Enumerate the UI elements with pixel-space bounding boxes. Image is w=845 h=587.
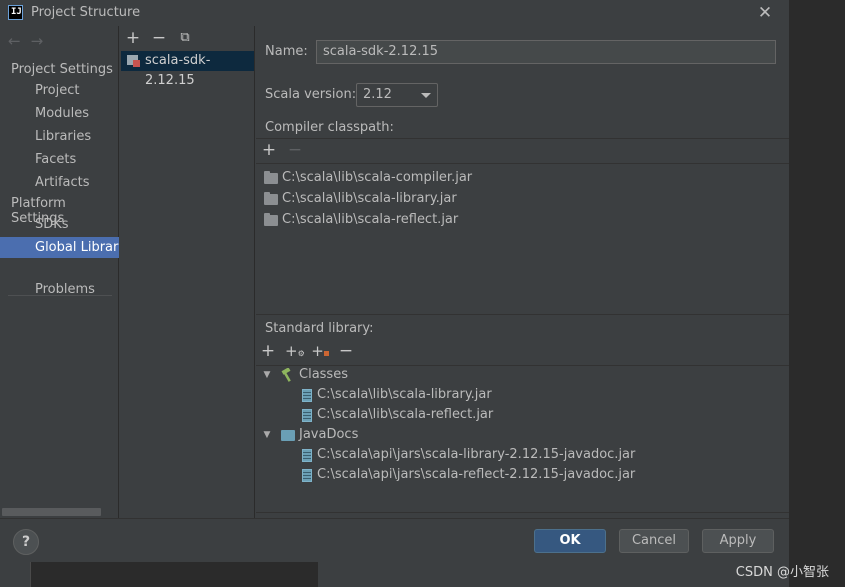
nav-item-project[interactable]: Project xyxy=(0,80,119,101)
library-detail-panel: Name: scala-sdk-2.12.15 Scala version: 2… xyxy=(256,26,789,518)
hammer-icon xyxy=(281,368,291,382)
nav-item-facets[interactable]: Facets xyxy=(0,149,119,170)
settings-nav: ← → Project Settings Project Modules Libr… xyxy=(0,26,119,518)
jar-path: C:\scala\lib\scala-reflect.jar xyxy=(317,407,494,422)
name-label: Name: xyxy=(265,44,308,59)
classpath-path: C:\scala\lib\scala-compiler.jar xyxy=(282,170,473,185)
standard-library-label: Standard library: xyxy=(265,321,374,336)
nav-item-modules[interactable]: Modules xyxy=(0,103,119,124)
tree-node-classes[interactable]: ▼ Classes xyxy=(256,365,456,385)
title-bar: IJ Project Structure ✕ xyxy=(0,0,789,26)
close-icon[interactable]: ✕ xyxy=(756,4,774,22)
background-panel xyxy=(30,562,318,587)
jar-icon xyxy=(302,449,312,462)
compiler-classpath-list: + − C:\scala\lib\scala-compiler.jar C:\s… xyxy=(256,138,789,315)
library-item-label: scala-sdk-2.12.15 xyxy=(145,53,211,88)
watermark: CSDN @小智张 xyxy=(735,565,829,580)
ok-button[interactable]: OK xyxy=(534,529,606,553)
standard-library-tree: ▼ Classes C:\scala\lib\scala-library.jar… xyxy=(256,365,789,513)
folder-icon xyxy=(264,171,278,184)
dialog-footer: ? OK Cancel Apply xyxy=(0,518,789,562)
name-field[interactable]: scala-sdk-2.12.15 xyxy=(316,40,776,64)
tree-row[interactable]: C:\scala\lib\scala-library.jar xyxy=(256,385,656,405)
chevron-down-icon[interactable]: ▼ xyxy=(262,365,272,385)
jar-icon xyxy=(302,389,312,402)
tree-node-javadocs[interactable]: ▼ JavaDocs xyxy=(256,425,456,445)
remove-library-icon[interactable]: − xyxy=(150,28,168,48)
help-button[interactable]: ? xyxy=(13,529,39,555)
compiler-classpath-label: Compiler classpath: xyxy=(265,120,394,135)
scala-version-value: 2.12 xyxy=(363,87,392,102)
intellij-app-icon: IJ xyxy=(8,5,23,20)
tree-node-label: Classes xyxy=(299,367,348,382)
folder-icon xyxy=(264,192,278,205)
jar-path: C:\scala\lib\scala-library.jar xyxy=(317,387,492,402)
nav-history: ← → xyxy=(8,32,53,50)
add-icon[interactable]: + xyxy=(259,341,277,361)
nav-item-libraries[interactable]: Libraries xyxy=(0,126,119,147)
add-classpath-icon[interactable]: + xyxy=(260,140,278,160)
library-item-scala-sdk[interactable]: scala-sdk-2.12.15 xyxy=(121,51,254,88)
library-list-panel: + − ⧉ scala-sdk-2.12.15 xyxy=(120,26,255,518)
background-statusbar xyxy=(0,562,789,587)
project-settings-header: Project Settings xyxy=(11,62,113,77)
jar-icon xyxy=(302,409,312,422)
tree-row[interactable]: C:\scala\api\jars\scala-library-2.12.15-… xyxy=(256,445,756,465)
classpath-path: C:\scala\lib\scala-reflect.jar xyxy=(282,212,459,227)
scala-version-select[interactable]: 2.12 xyxy=(356,83,438,107)
jar-icon xyxy=(302,469,312,482)
documentation-folder-icon xyxy=(281,430,295,441)
chevron-down-icon xyxy=(421,93,431,98)
remove-classpath-icon[interactable]: − xyxy=(286,140,304,160)
scala-library-icon xyxy=(127,55,140,67)
tree-row[interactable]: C:\scala\api\jars\scala-reflect-2.12.15-… xyxy=(256,465,756,485)
add-jar-icon[interactable]: + xyxy=(311,341,329,361)
add-with-settings-icon[interactable]: +⚙ xyxy=(285,341,305,361)
jar-path: C:\scala\api\jars\scala-library-2.12.15-… xyxy=(317,447,636,462)
tree-row[interactable]: C:\scala\lib\scala-reflect.jar xyxy=(256,405,656,425)
remove-icon[interactable]: − xyxy=(337,341,355,361)
nav-horizontal-scrollbar[interactable] xyxy=(2,508,101,516)
window-title: Project Structure xyxy=(31,5,141,20)
list-item[interactable]: C:\scala\lib\scala-compiler.jar xyxy=(264,168,472,188)
apply-button[interactable]: Apply xyxy=(702,529,774,553)
add-library-icon[interactable]: + xyxy=(124,28,142,48)
list-item[interactable]: C:\scala\lib\scala-reflect.jar xyxy=(264,210,458,230)
chevron-down-icon[interactable]: ▼ xyxy=(262,425,272,445)
nav-item-sdks[interactable]: SDKs xyxy=(0,214,119,235)
project-structure-dialog: IJ Project Structure ✕ ← → Project Settin… xyxy=(0,0,789,562)
nav-item-global-libraries[interactable]: Global Libraries xyxy=(0,237,119,258)
classpath-path: C:\scala\lib\scala-library.jar xyxy=(282,191,457,206)
jar-path: C:\scala\api\jars\scala-reflect-2.12.15-… xyxy=(317,467,636,482)
background-editor xyxy=(789,0,845,587)
compiler-classpath-toolbar: + − xyxy=(256,139,789,164)
scala-version-label: Scala version: xyxy=(265,87,357,102)
copy-library-icon[interactable]: ⧉ xyxy=(176,28,194,48)
nav-item-problems[interactable]: Problems xyxy=(0,279,119,300)
forward-arrow-icon[interactable]: → xyxy=(31,32,44,50)
tree-node-label: JavaDocs xyxy=(299,427,359,442)
back-arrow-icon[interactable]: ← xyxy=(8,32,21,50)
nav-item-artifacts[interactable]: Artifacts xyxy=(0,172,119,193)
folder-icon xyxy=(264,213,278,226)
cancel-button[interactable]: Cancel xyxy=(619,529,689,553)
list-item[interactable]: C:\scala\lib\scala-library.jar xyxy=(264,189,457,209)
library-list-toolbar: + − ⧉ xyxy=(120,26,255,50)
